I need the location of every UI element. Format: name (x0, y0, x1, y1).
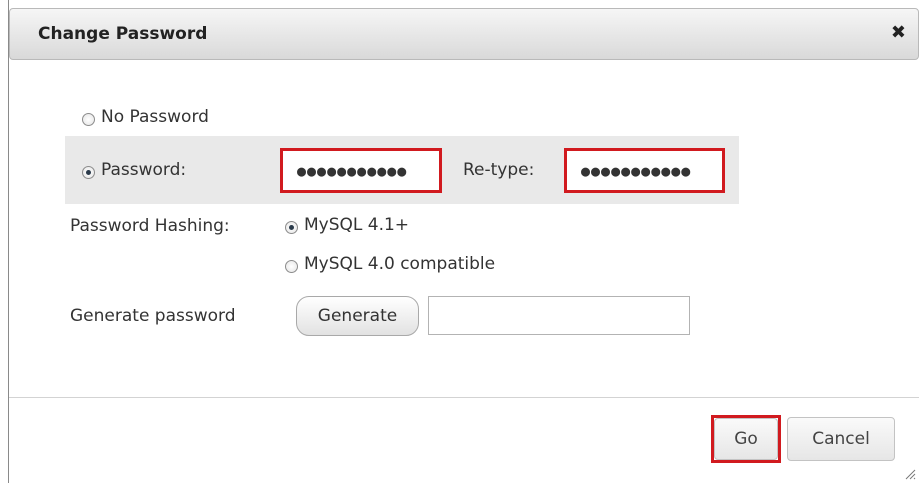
hashing-mysql40-radio[interactable] (285, 260, 298, 273)
hashing-mysql41-label: MySQL 4.1+ (304, 215, 410, 235)
change-password-dialog (8, 0, 919, 483)
resize-grip-icon[interactable] (904, 468, 916, 480)
no-password-label: No Password (101, 107, 209, 127)
go-button-highlight (711, 415, 781, 463)
retype-label: Re-type: (463, 160, 535, 180)
password-input[interactable]: ●●●●●●●●●●● (280, 148, 442, 193)
dialog-titlebar[interactable]: Change Password ✖ (9, 8, 919, 60)
cancel-button[interactable]: Cancel (787, 417, 895, 461)
footer-divider (9, 397, 919, 398)
hashing-mysql40-label: MySQL 4.0 compatible (304, 254, 496, 274)
password-radio[interactable] (82, 166, 95, 179)
generated-password-field[interactable] (428, 296, 690, 335)
retype-input-value: ●●●●●●●●●●● (581, 161, 692, 180)
password-input-value: ●●●●●●●●●●● (297, 161, 408, 180)
retype-input[interactable]: ●●●●●●●●●●● (564, 148, 725, 193)
generate-button[interactable]: Generate (296, 296, 419, 336)
close-icon[interactable]: ✖ (891, 22, 906, 43)
generate-password-label: Generate password (70, 306, 236, 326)
hashing-mysql41-radio[interactable] (285, 221, 298, 234)
password-hashing-label: Password Hashing: (70, 216, 230, 236)
password-label: Password: (101, 160, 187, 180)
no-password-radio[interactable] (82, 113, 95, 126)
dialog-title: Change Password (38, 24, 208, 44)
